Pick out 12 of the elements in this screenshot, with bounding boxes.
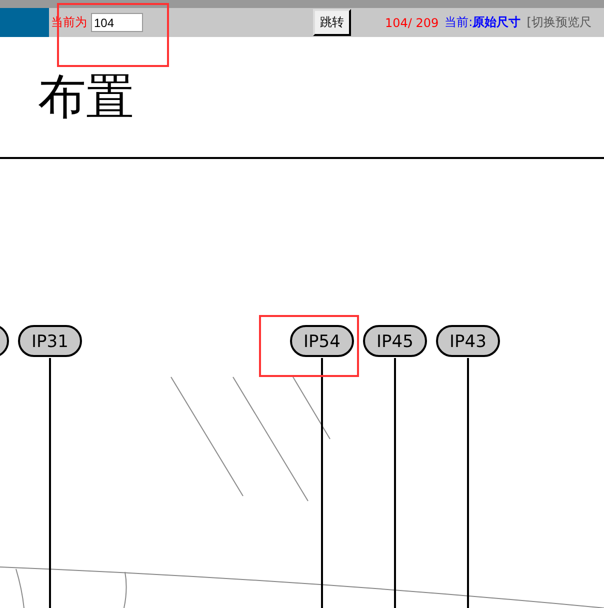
page-title: 布置	[38, 68, 134, 127]
jump-button[interactable]: 跳转	[313, 9, 351, 36]
label-pill: IP43	[436, 325, 500, 357]
label-pill: IP31	[18, 325, 82, 357]
page-input[interactable]: 104	[91, 13, 143, 32]
page-count: 104/ 209	[385, 16, 439, 30]
label-pill: IP54	[290, 325, 354, 357]
logo-block	[0, 8, 49, 37]
toggle-link[interactable]: [切换预览尺	[526, 14, 592, 31]
view-mode: 原始尺寸	[472, 14, 521, 31]
label-pill: IP45	[363, 325, 427, 357]
view-label: 当前:	[444, 14, 473, 31]
